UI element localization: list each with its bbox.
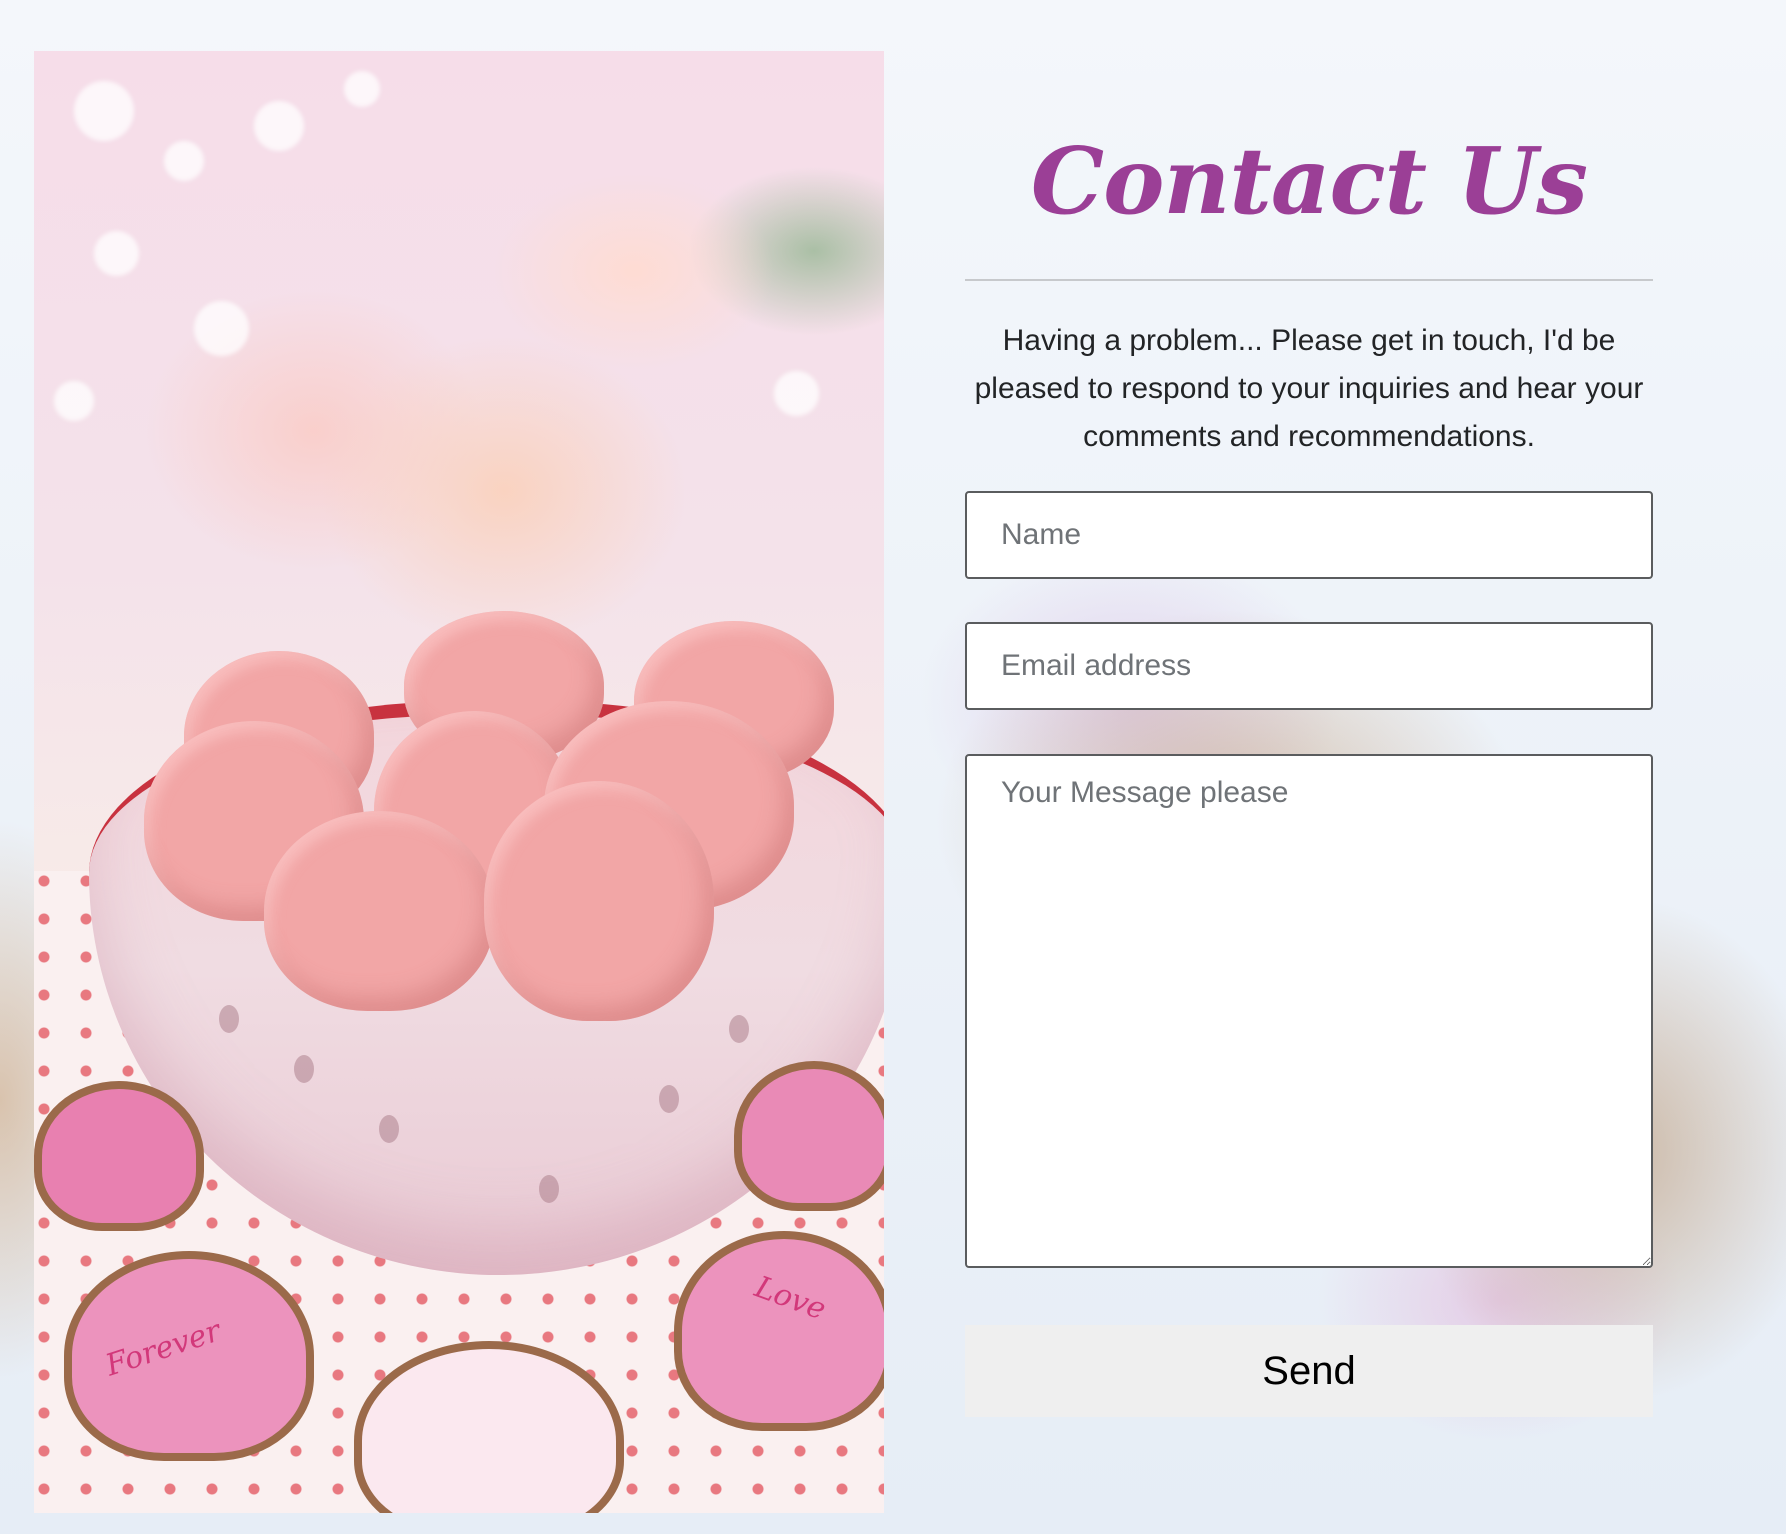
contact-section: Contact Us Having a problem... Please ge… [965, 51, 1653, 1417]
heart-cookie [734, 1061, 884, 1211]
hero-photo: Forever Love [34, 51, 884, 1513]
heart-cookie [34, 1081, 204, 1231]
bowl-hole [379, 1115, 399, 1143]
bokeh-light [254, 101, 304, 151]
bowl-hole [729, 1015, 749, 1043]
bokeh-light [54, 381, 94, 421]
bokeh-light [344, 71, 380, 107]
intro-text: Having a problem... Please get in touch,… [974, 324, 1644, 453]
bowl-hole [539, 1175, 559, 1203]
bokeh-light [74, 81, 134, 141]
bokeh-light [774, 371, 819, 416]
bowl-hole [219, 1005, 239, 1033]
message-field[interactable] [965, 754, 1653, 1268]
name-field[interactable] [965, 491, 1653, 579]
bokeh-light [164, 141, 204, 181]
title-divider [965, 279, 1653, 281]
email-field[interactable] [965, 622, 1653, 710]
bokeh-light [194, 301, 249, 356]
heart-macaron [264, 811, 494, 1011]
heart-cookie [674, 1231, 884, 1431]
bowl-hole [294, 1055, 314, 1083]
bokeh-light [94, 231, 139, 276]
heart-macaron [484, 781, 714, 1021]
page-title: Contact Us [1030, 127, 1588, 235]
bowl-hole [659, 1085, 679, 1113]
send-button[interactable]: Send [965, 1325, 1653, 1417]
